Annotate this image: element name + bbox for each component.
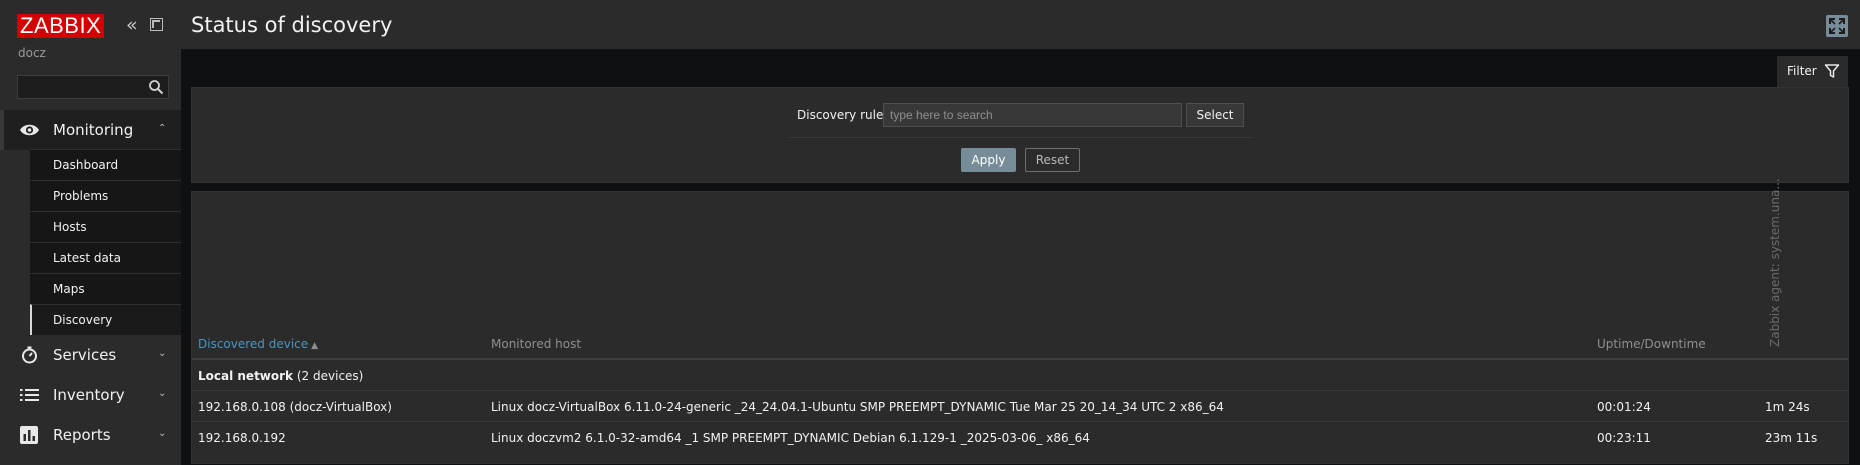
column-header-monitored-host: Monitored host: [491, 337, 582, 351]
chevron-down-icon: ⌄: [158, 428, 167, 439]
menu-monitoring-label: Monitoring: [53, 121, 134, 139]
table-row: 192.168.0.192 Linux doczvm2 6.1.0-32-amd…: [192, 422, 1848, 453]
device-cell: 192.168.0.192: [198, 431, 286, 445]
group-label: Local network (2 devices): [198, 369, 363, 383]
filter-icon: [1824, 64, 1840, 78]
column-header-agent-check: Zabbix agent: system.una...: [1768, 178, 1782, 347]
column-header-uptime: Uptime/Downtime: [1597, 337, 1706, 351]
uptime-cell: 00:23:11: [1597, 431, 1651, 445]
group-count: (2 devices): [296, 369, 364, 383]
group-name: Local network: [198, 369, 294, 383]
sidebar-item-problems[interactable]: Problems: [30, 180, 181, 211]
agent-check-cell: 23m 11s: [1765, 431, 1818, 445]
sidebar-item-dashboard[interactable]: Dashboard: [30, 149, 181, 180]
sidebar-item-hosts[interactable]: Hosts: [30, 211, 181, 242]
stopwatch-icon: [22, 346, 37, 364]
column-header-discovered-device[interactable]: Discovered device ▲: [198, 337, 318, 351]
discovery-rule-input[interactable]: [883, 103, 1182, 127]
group-row: Local network (2 devices): [192, 360, 1848, 391]
host-cell: Linux docz-VirtualBox 6.11.0-24-generic …: [491, 400, 1224, 414]
filter-tab-label: Filter: [1787, 64, 1817, 78]
sidebar-search-input[interactable]: [17, 75, 169, 99]
sidebar-item-label: Problems: [53, 189, 109, 203]
sidebar-item-maps[interactable]: Maps: [30, 273, 181, 304]
device-cell: 192.168.0.108 (docz-VirtualBox): [198, 400, 392, 414]
chevron-down-icon: ⌄: [158, 388, 167, 399]
fullscreen-icon[interactable]: [1826, 15, 1848, 37]
menu-reports[interactable]: Reports ⌄: [0, 415, 181, 455]
column-header-label: Discovered device: [198, 337, 309, 351]
apply-button[interactable]: Apply: [961, 148, 1016, 172]
bar-chart-icon: [20, 426, 38, 444]
sidebar-item-latest-data[interactable]: Latest data: [30, 242, 181, 273]
search-icon[interactable]: [148, 79, 164, 95]
table-row: 192.168.0.108 (docz-VirtualBox) Linux do…: [192, 391, 1848, 422]
page-header: Status of discovery: [181, 0, 1860, 49]
page-title: Status of discovery: [191, 13, 393, 37]
sidebar: ZABBIX « docz Monitoring ⌃ Dashboard Pro…: [0, 0, 181, 465]
menu-inventory[interactable]: Inventory ⌄: [0, 375, 181, 415]
menu-inventory-label: Inventory: [53, 386, 125, 404]
reset-button[interactable]: Reset: [1025, 148, 1080, 172]
eye-icon: [20, 124, 39, 136]
chevron-up-icon: ⌃: [158, 123, 167, 134]
kiosk-mode-icon[interactable]: [150, 18, 163, 31]
menu-monitoring[interactable]: Monitoring ⌃: [0, 110, 181, 150]
collapse-sidebar-icon[interactable]: «: [126, 16, 142, 35]
zabbix-logo[interactable]: ZABBIX: [17, 14, 105, 38]
agent-check-cell: 1m 24s: [1765, 400, 1810, 414]
sidebar-item-label: Hosts: [53, 220, 87, 234]
menu-reports-label: Reports: [53, 426, 111, 444]
filter-panel: Discovery rule Select Apply Reset: [191, 87, 1849, 183]
monitoring-submenu: Dashboard Problems Hosts Latest data Map…: [30, 149, 181, 335]
sidebar-item-label: Maps: [53, 282, 85, 296]
sidebar-item-discovery[interactable]: Discovery: [30, 304, 181, 335]
list-icon: [20, 389, 39, 401]
sort-asc-icon: ▲: [311, 341, 319, 351]
host-cell: Linux doczvm2 6.1.0-32-amd64 _1 SMP PREE…: [491, 431, 1090, 445]
sidebar-item-label: Discovery: [53, 313, 113, 327]
menu-services-label: Services: [53, 346, 117, 364]
filter-divider: [789, 137, 1253, 138]
menu-services[interactable]: Services ⌄: [0, 335, 181, 375]
discovery-rule-label: Discovery rule: [797, 108, 884, 122]
sidebar-item-label: Latest data: [53, 251, 121, 265]
server-name: docz: [18, 46, 46, 60]
discovery-table: Discovered device ▲ Monitored host Uptime…: [191, 178, 1849, 464]
chevron-down-icon: ⌄: [158, 348, 167, 359]
select-button[interactable]: Select: [1186, 103, 1244, 127]
sidebar-item-label: Dashboard: [53, 158, 119, 172]
uptime-cell: 00:01:24: [1597, 400, 1651, 414]
tab-filter[interactable]: Filter: [1777, 56, 1848, 88]
